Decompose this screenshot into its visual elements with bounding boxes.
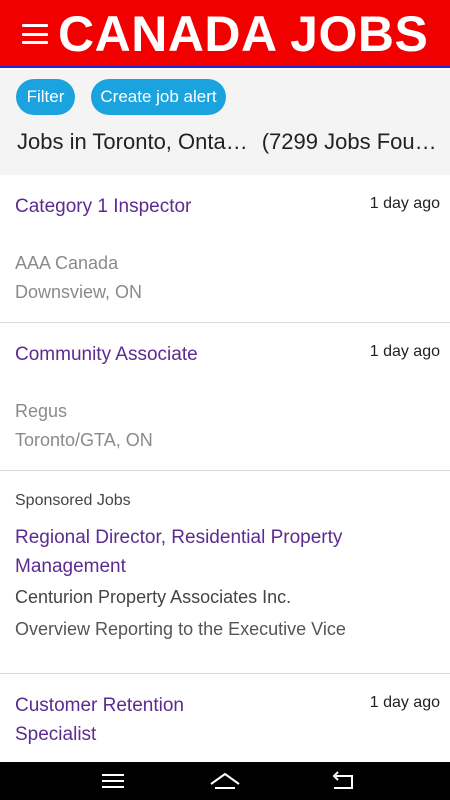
job-card[interactable]: Customer Retention Specialist 1 day ago	[0, 674, 450, 762]
app-title: CANADA JOBS	[58, 6, 429, 62]
job-card[interactable]: Category 1 Inspector 1 day ago AAA Canad…	[0, 175, 450, 323]
sponsored-job-description: Overview Reporting to the Executive Vice	[15, 619, 346, 639]
sponsored-job-card[interactable]: Sponsored Jobs Regional Director, Reside…	[0, 471, 450, 674]
job-company: AAA Canada	[15, 253, 119, 273]
hamburger-menu-icon[interactable]	[22, 24, 48, 44]
job-date: 1 day ago	[369, 343, 440, 360]
search-location-text: Jobs in Toronto, Onta…	[17, 129, 248, 154]
job-date: 1 day ago	[369, 694, 440, 711]
job-company: Regus	[15, 401, 68, 421]
job-card[interactable]: Community Associate 1 day ago Regus Toro…	[0, 323, 450, 471]
job-date: 1 day ago	[369, 195, 440, 212]
sponsored-jobs-label: Sponsored Jobs	[15, 492, 131, 509]
jobs-found-count: (7299 Jobs Fou…	[261, 129, 437, 154]
job-location: Downsview, ON	[15, 282, 143, 302]
menu-icon[interactable]	[83, 762, 143, 800]
filter-bar: Filter Create job alert Jobs in Toronto,…	[0, 70, 450, 175]
sponsored-job-title[interactable]: Regional Director, Residential Property …	[15, 523, 345, 581]
home-icon[interactable]	[195, 762, 255, 800]
results-summary: Jobs in Toronto, Onta… (7299 Jobs Fou…	[17, 129, 437, 155]
job-location: Toronto/GTA, ON	[15, 430, 153, 450]
filter-button[interactable]: Filter	[16, 79, 75, 115]
back-icon[interactable]	[313, 762, 373, 800]
job-title[interactable]: Customer Retention Specialist	[15, 691, 215, 749]
sponsored-job-company: Centurion Property Associates Inc.	[15, 587, 292, 607]
app-header: CANADA JOBS	[0, 0, 450, 68]
job-title[interactable]: Category 1 Inspector	[15, 192, 191, 221]
system-navigation-bar	[0, 762, 450, 800]
create-job-alert-button[interactable]: Create job alert	[91, 79, 226, 115]
job-title[interactable]: Community Associate	[15, 340, 198, 369]
